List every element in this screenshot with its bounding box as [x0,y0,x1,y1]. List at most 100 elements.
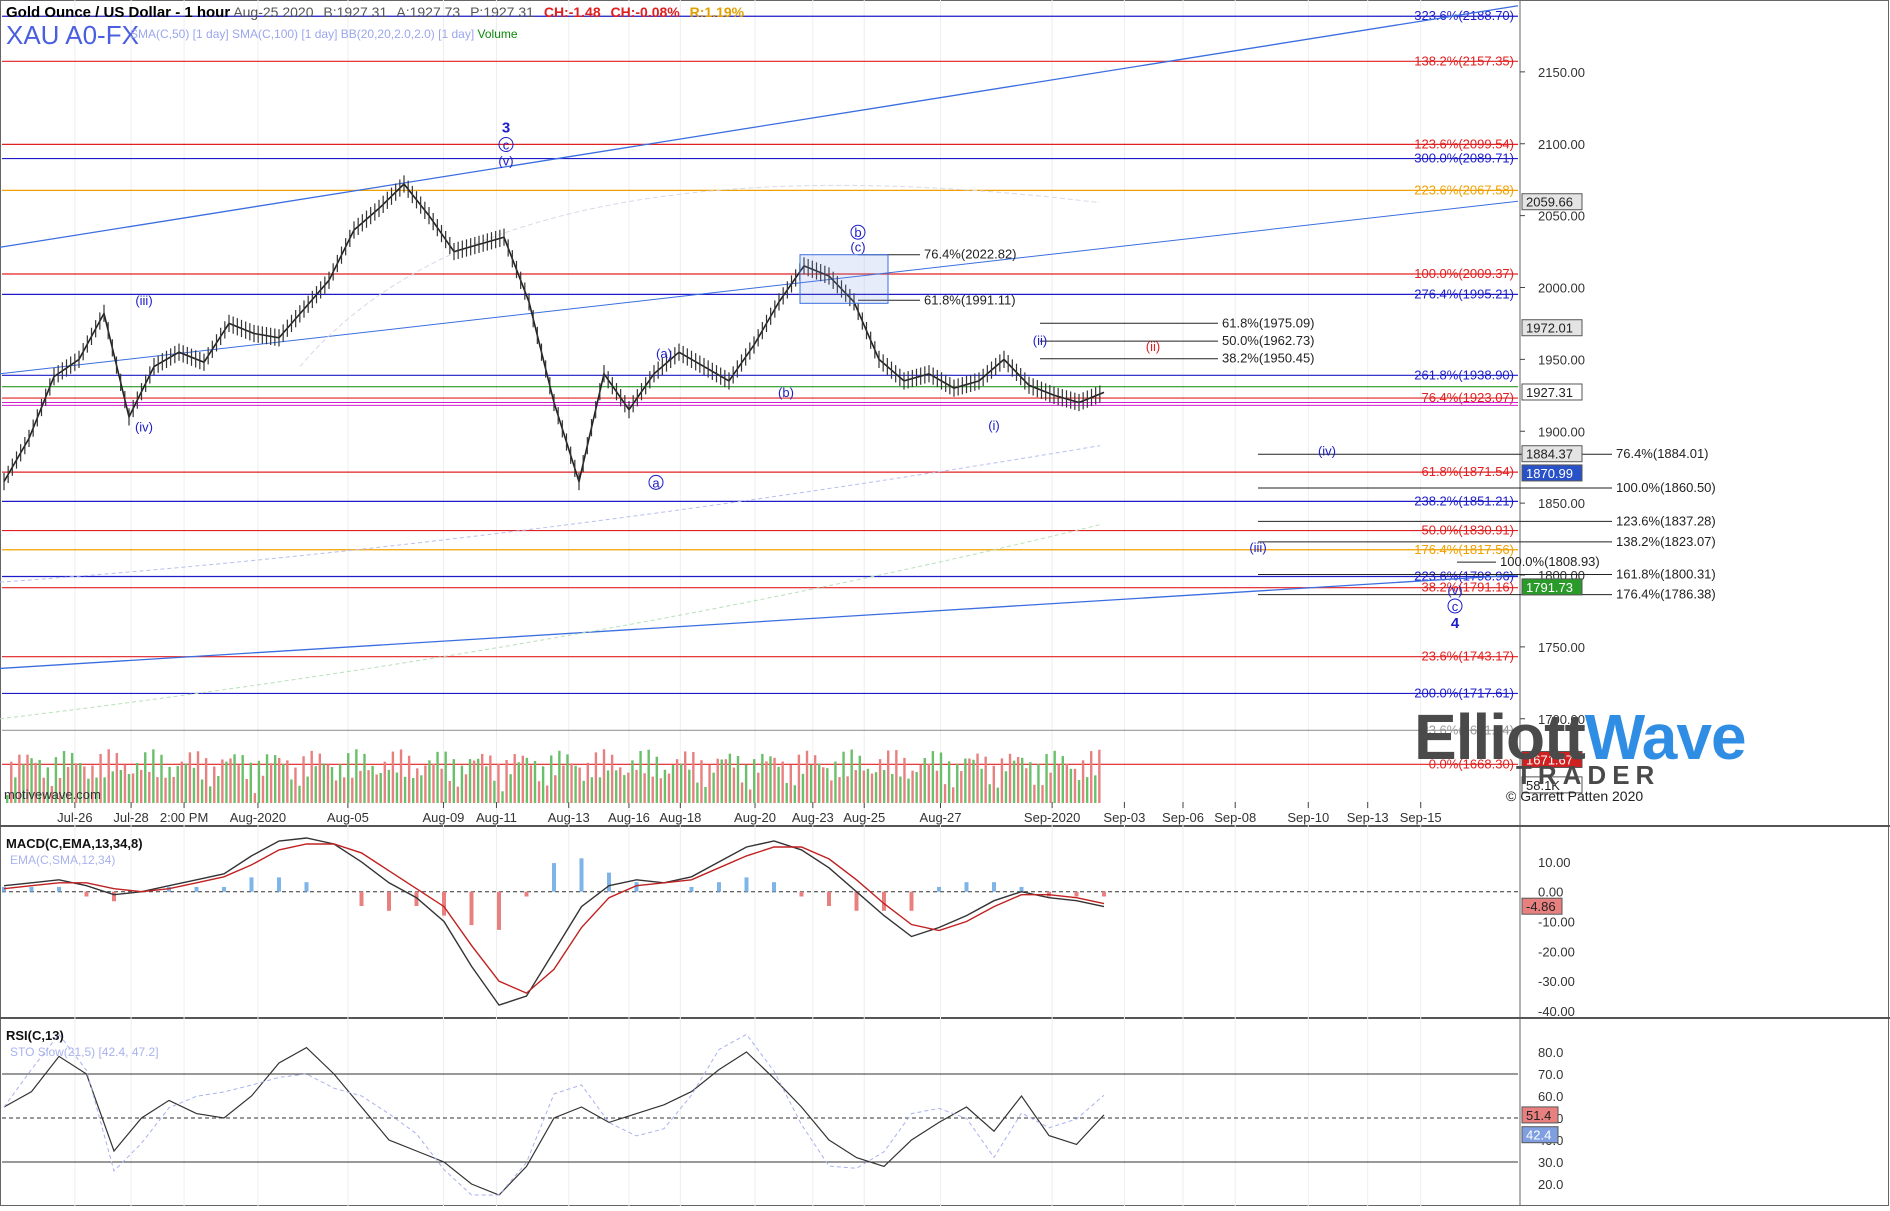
macd-y-label: -40.00 [1538,1004,1575,1019]
volume-bar [196,751,200,803]
x-tick-label: Aug-23 [792,810,834,825]
y-tick-label: 2150.00 [1538,65,1585,80]
macd-histogram-bar [249,877,254,892]
volume-bar [172,776,175,803]
macd-y-label: -30.00 [1538,974,1575,989]
fib-measure-label: 100.0%(1808.93) [1500,554,1600,569]
macd-histogram-bar [717,882,721,892]
volume-bar [481,753,484,803]
fib-measure-label: 100.0%(1860.50) [1616,480,1716,495]
volume-bar [1041,785,1044,803]
x-tick-label: Aug-13 [548,810,590,825]
volume-bar [558,750,561,803]
volume-bar [403,776,407,803]
fib-level-label: 323.6%(2188.70) [1414,8,1514,23]
volume-bar [245,779,248,803]
x-tick-label: Aug-16 [608,810,650,825]
volume-bar [176,765,179,803]
volume-bar [269,763,273,803]
volume-bar [330,766,334,803]
fib-level-label: 61.8%(1871.54) [1421,464,1514,479]
volume-bar [704,786,707,803]
macd-histogram-bar [112,891,116,902]
fib-measure-label: 76.4%(2022.82) [924,247,1017,262]
volume-bar [160,754,163,803]
volume-bar [1025,768,1028,803]
volume-bar [273,755,277,803]
volume-bar [347,753,350,803]
volume-bar [919,764,922,803]
volume-bar [144,752,147,803]
volume-bar [667,773,671,803]
macd-histogram-bar [497,891,501,930]
macd-subtitle: EMA(C,SMA,12,34) [10,853,115,867]
rsi-y-label: 70.0 [1538,1067,1563,1082]
rsi-y-label: 80.0 [1538,1045,1563,1060]
volume-bar [655,756,658,803]
rsi-line [3,1046,1105,1196]
macd-y-label: -10.00 [1538,915,1575,930]
volume-bar [590,777,594,803]
volume-bar [789,765,792,803]
volume-bar [720,759,723,803]
volume-bar [1073,768,1077,803]
macd-histogram-bar [689,886,694,892]
wave-label: (a) [656,346,672,361]
sma-100 [0,524,1101,720]
fib-level-label: 238.2%(1851.21) [1414,493,1514,508]
volume-bar [1085,777,1089,803]
volume-bar [456,786,460,803]
wave-label: a [652,475,660,490]
volume-bar [700,760,703,803]
volume-bar [444,751,447,803]
volume-bar [980,768,983,803]
macd-histogram-bar [222,886,226,892]
wave-label: (iv) [1318,444,1336,459]
volume-bar [131,773,135,803]
volume-bar [960,771,963,803]
volume-bar [834,761,837,803]
volume-bar [452,759,455,803]
volume-bar [306,776,309,803]
volume-bar [180,761,183,803]
x-tick-label: Sep-06 [1162,810,1204,825]
volume-bar [359,770,362,803]
volume-bar [294,767,297,803]
x-tick-label: Aug-20 [734,810,776,825]
x-tick-label: Aug-18 [659,810,701,825]
header-bid: B:1927.31 [323,4,388,20]
volume-bar [342,777,346,803]
rsi-y-label: 60.0 [1538,1089,1563,1104]
fib-level-label: 276.4%(1995.21) [1414,286,1514,301]
volume-bar [870,773,874,803]
volume-bar [696,782,699,803]
volume-bar [416,768,419,803]
volume-bar [911,770,914,803]
macd-histogram-bar [29,886,34,892]
fib-level-label: 123.6%(2099.54) [1414,136,1514,151]
volume-bar [874,772,878,803]
volume-bar [168,766,171,803]
volume-bar [692,752,695,803]
x-tick-label: Aug-2020 [230,810,286,825]
chart-canvas[interactable]: Jul-26 Jul-28 2:00 PM Aug-2020 Aug-05 Aug-09 A… [0,0,1890,1206]
volume-bar [107,749,110,803]
macd-histogram-bar [964,882,969,892]
volume-bar [659,778,663,803]
wave-label: (v) [1447,583,1462,598]
volume-bar [976,753,979,803]
wave-label: c [1452,599,1459,614]
volume-bar [647,749,650,803]
chart-window: Jul-26 Jul-28 2:00 PM Aug-2020 Aug-05 Aug-09 A… [0,0,1890,1206]
macd-y-label: 10.00 [1538,855,1571,870]
fib-level-label: 38.2%(1791.16) [1421,580,1514,595]
volume-bar [915,771,918,803]
x-tick-label: Aug-09 [422,810,464,825]
volume-bar [432,763,435,803]
volume-bar [1098,749,1101,803]
volume-bar [326,764,330,803]
volume-bar [777,766,780,803]
x-tick-label: Sep-10 [1287,810,1329,825]
volume-bar [684,751,687,803]
volume-bar [594,752,598,803]
